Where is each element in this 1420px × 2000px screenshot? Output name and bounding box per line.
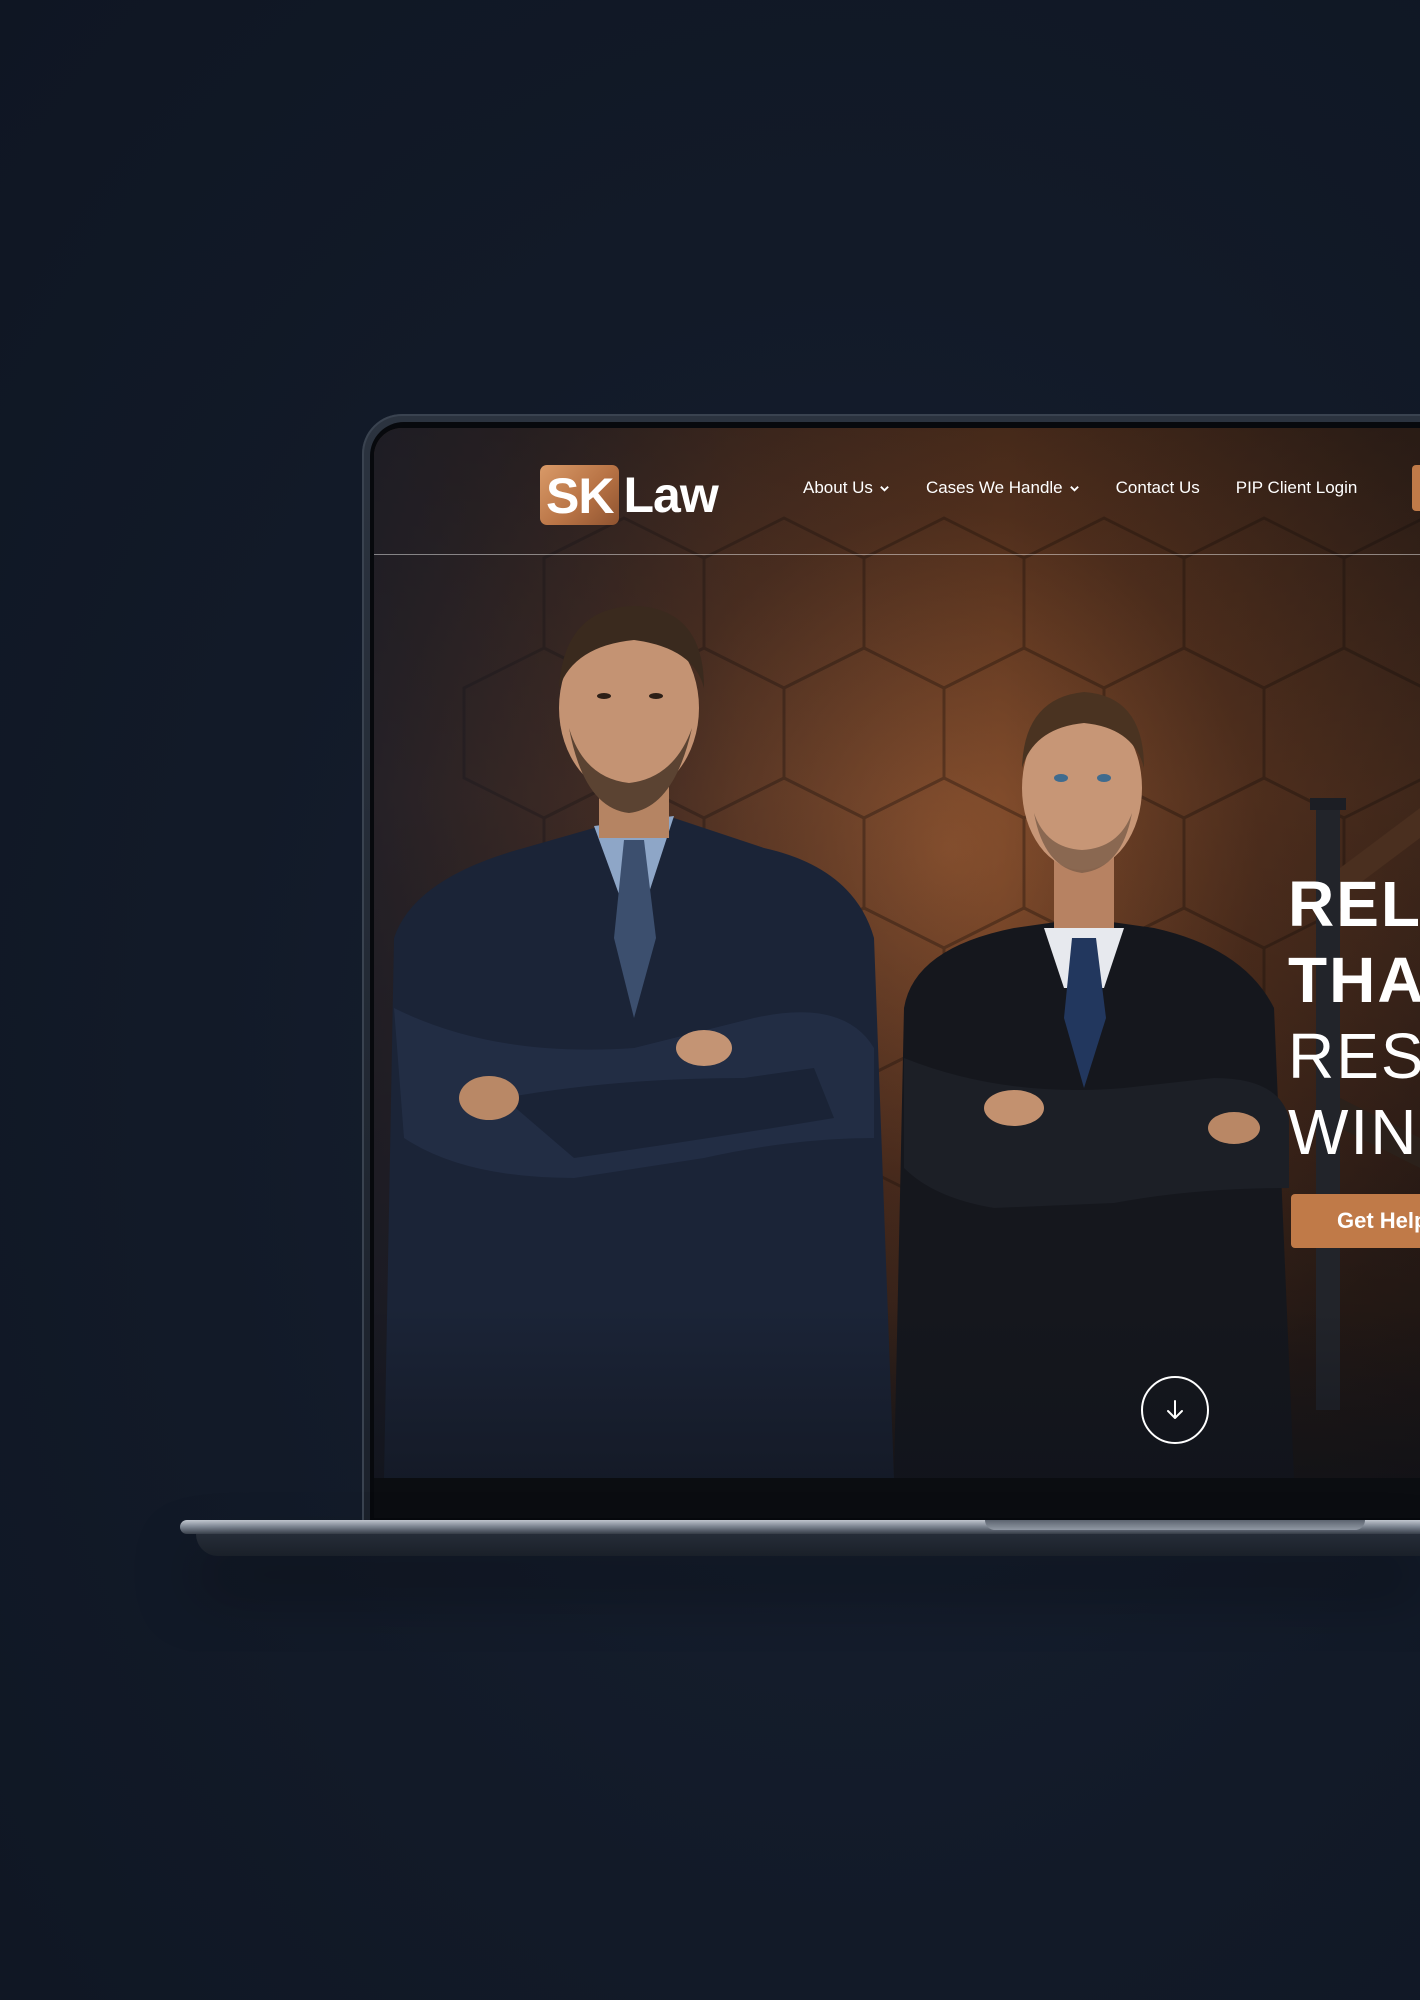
headline-line-2: THA: [1288, 944, 1420, 1016]
logo-wordmark: Law: [623, 467, 718, 523]
laptop-chin: [374, 1478, 1420, 1518]
main-nav: About Us Cases We Handle Contact Us PIP …: [803, 478, 1393, 498]
headline-line-4: WIN.: [1288, 1096, 1420, 1168]
hero-bottom-fade: [374, 1308, 1420, 1478]
site-header: SK Law About Us Cases We Handle Contact …: [374, 428, 1420, 555]
nav-item-label: Contact Us: [1115, 478, 1200, 497]
nav-item-label: About Us: [803, 478, 873, 497]
headline-line-1: RELA: [1288, 868, 1420, 940]
get-help-button[interactable]: Get Help: [1291, 1194, 1420, 1248]
nav-item-about-us[interactable]: About Us: [803, 478, 890, 498]
hero-headline: RELA THA RESU WIN.: [1288, 866, 1420, 1170]
arrow-down-icon: [1167, 1400, 1183, 1419]
chevron-down-icon: [1069, 485, 1079, 492]
header-cta-button[interactable]: [1412, 465, 1420, 511]
laptop-notch: [985, 1520, 1365, 1530]
site-logo[interactable]: SK Law: [540, 464, 719, 526]
nav-item-contact-us[interactable]: Contact Us: [1116, 478, 1200, 498]
nav-item-pip-client-login[interactable]: PIP Client Login: [1236, 478, 1358, 498]
scroll-down-button[interactable]: [1141, 1376, 1209, 1444]
nav-item-label: Cases We Handle: [925, 478, 1063, 497]
chevron-down-icon: [880, 485, 889, 492]
nav-item-cases-we-handle[interactable]: Cases We Handle: [926, 478, 1080, 498]
nav-item-label: PIP Client Login: [1235, 478, 1358, 497]
headline-line-3: RESU: [1288, 1020, 1420, 1092]
mockup-stage: SK Law About Us Cases We Handle Contact …: [0, 0, 1420, 2000]
laptop-screen: SK Law About Us Cases We Handle Contact …: [374, 428, 1420, 1478]
logo-badge: SK: [540, 465, 620, 525]
laptop-bottom-shadow: [196, 1534, 1420, 1556]
